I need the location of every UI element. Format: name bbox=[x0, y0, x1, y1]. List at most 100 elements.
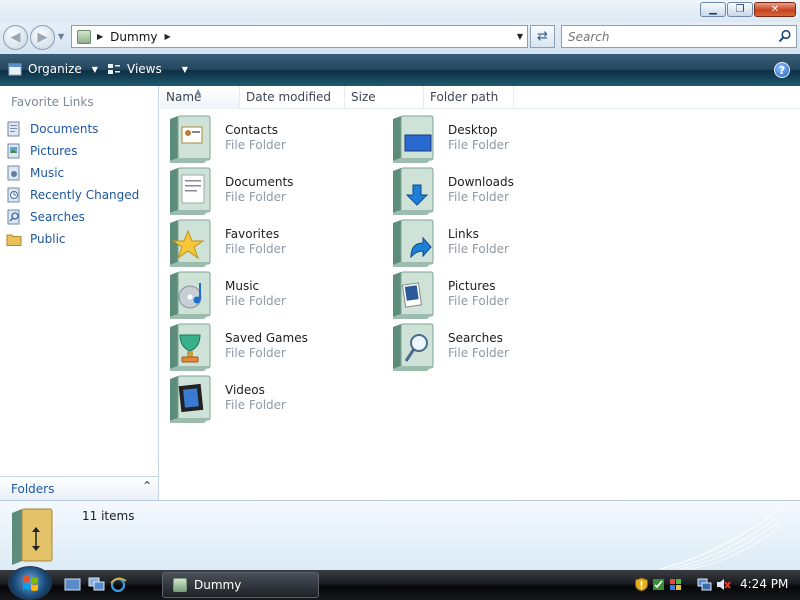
folder-type: File Folder bbox=[225, 242, 286, 256]
help-button[interactable]: ? bbox=[774, 62, 790, 78]
favorite-link-searches[interactable]: Searches bbox=[6, 206, 156, 228]
windows-defender-icon[interactable] bbox=[651, 577, 666, 592]
public-folder-icon bbox=[6, 234, 22, 246]
folder-tile-downloads[interactable]: Downloads File Folder bbox=[389, 165, 589, 217]
back-arrow-icon: ◀ bbox=[10, 30, 21, 45]
documents-folder-icon bbox=[170, 167, 211, 215]
organize-button[interactable]: Organize ▼ bbox=[8, 62, 98, 76]
search-input[interactable] bbox=[562, 26, 762, 47]
favorite-link-label: Documents bbox=[30, 122, 99, 136]
show-desktop-icon[interactable] bbox=[64, 577, 81, 592]
close-button[interactable]: ✕ bbox=[754, 2, 796, 17]
refresh-button[interactable]: ⇄ bbox=[530, 25, 555, 48]
search-icon[interactable] bbox=[778, 29, 792, 43]
music-folder-icon bbox=[170, 271, 211, 319]
folder-type: File Folder bbox=[225, 398, 286, 412]
network-icon[interactable] bbox=[697, 577, 712, 592]
item-count: 11 items bbox=[82, 509, 135, 523]
folder-tile-saved-games[interactable]: Saved Games File Folder bbox=[166, 321, 366, 373]
folder-tile-contacts[interactable]: Contacts File Folder bbox=[166, 113, 366, 165]
folder-tile-links[interactable]: Links File Folder bbox=[389, 217, 589, 269]
breadcrumb-folder[interactable]: Dummy bbox=[110, 30, 157, 44]
start-button[interactable] bbox=[8, 566, 52, 600]
favorite-link-music[interactable]: Music bbox=[6, 162, 156, 184]
forward-arrow-icon: ▶ bbox=[37, 30, 48, 45]
forward-button[interactable]: ▶ bbox=[30, 25, 55, 50]
file-list-pane: ▲ Name Date modified Size Folder path Co… bbox=[160, 86, 800, 500]
refresh-icon: ⇄ bbox=[537, 29, 548, 44]
saved-games-folder-icon bbox=[170, 323, 211, 371]
links-folder-icon bbox=[393, 219, 434, 267]
back-button[interactable]: ◀ bbox=[3, 25, 28, 50]
sort-ascending-icon: ▲ bbox=[195, 87, 202, 96]
favorites-folder-icon bbox=[170, 219, 211, 267]
folder-name: Downloads bbox=[448, 175, 514, 189]
folder-tile-favorites[interactable]: Favorites File Folder bbox=[166, 217, 366, 269]
column-header-size[interactable]: Size bbox=[345, 86, 424, 109]
folder-type: File Folder bbox=[225, 294, 286, 308]
folder-tile-searches[interactable]: Searches File Folder bbox=[389, 321, 589, 373]
recent-pages-dropdown[interactable]: ▼ bbox=[58, 32, 64, 41]
taskbar-window-title: Dummy bbox=[194, 578, 242, 592]
folder-tile-pictures[interactable]: Pictures File Folder bbox=[389, 269, 589, 321]
folder-name: Saved Games bbox=[225, 331, 308, 345]
address-dropdown-icon[interactable]: ▼ bbox=[517, 32, 523, 41]
favorite-link-documents[interactable]: Documents bbox=[6, 118, 156, 140]
favorite-link-pictures[interactable]: Pictures bbox=[6, 140, 156, 162]
organize-label: Organize bbox=[28, 62, 82, 76]
internet-explorer-icon[interactable] bbox=[110, 577, 127, 592]
decorative-swoosh bbox=[660, 509, 780, 569]
minimize-button[interactable]: ▁ bbox=[700, 2, 726, 17]
column-label: Folder path bbox=[430, 90, 499, 104]
folder-type: File Folder bbox=[225, 346, 286, 360]
folders-toggle[interactable]: Folders ⌃ bbox=[0, 476, 158, 500]
favorite-link-label: Recently Changed bbox=[30, 188, 140, 202]
folder-type: File Folder bbox=[225, 190, 286, 204]
folder-name: Documents bbox=[225, 175, 294, 189]
clock[interactable]: 4:24 PM bbox=[740, 577, 788, 591]
folder-name: Music bbox=[225, 279, 260, 293]
folder-tile-videos[interactable]: Videos File Folder bbox=[166, 373, 366, 425]
address-bar[interactable]: ▶ Dummy ▶ ▼ bbox=[71, 25, 528, 48]
recently-changed-icon bbox=[7, 187, 20, 203]
folder-type: File Folder bbox=[448, 294, 509, 308]
taskbar: Dummy 4:24 PM bbox=[0, 570, 800, 600]
breadcrumb-chevron-icon[interactable]: ▶ bbox=[97, 32, 103, 41]
folder-tile-documents[interactable]: Documents File Folder bbox=[166, 165, 366, 217]
folder-tile-music[interactable]: Music File Folder bbox=[166, 269, 366, 321]
column-header-date-modified[interactable]: Date modified bbox=[240, 86, 345, 109]
videos-folder-icon bbox=[170, 375, 211, 423]
favorite-link-public[interactable]: Public bbox=[6, 228, 156, 250]
contacts-folder-icon bbox=[170, 115, 211, 163]
chevron-up-icon: ⌃ bbox=[141, 479, 152, 493]
column-header-folder-path[interactable]: Folder path bbox=[424, 86, 514, 109]
desktop-folder-icon bbox=[393, 115, 434, 163]
favorite-link-recently-changed[interactable]: Recently Changed bbox=[6, 184, 156, 206]
folder-name: Favorites bbox=[225, 227, 280, 241]
command-bar: Organize ▼ Views ▼ ? bbox=[0, 54, 800, 86]
column-header-name[interactable]: ▲ Name bbox=[160, 86, 240, 109]
security-alert-icon[interactable] bbox=[634, 577, 649, 592]
details-pane: 11 items bbox=[0, 500, 800, 570]
taskbar-window-button[interactable]: Dummy bbox=[162, 572, 319, 598]
views-icon bbox=[108, 63, 120, 74]
folder-type: File Folder bbox=[448, 242, 509, 256]
windows-sidebar-icon[interactable] bbox=[668, 577, 683, 592]
favorite-links-list: Documents Pictures Music Recently Change… bbox=[6, 118, 156, 250]
favorite-link-label: Music bbox=[30, 166, 65, 180]
breadcrumb-chevron-icon[interactable]: ▶ bbox=[164, 32, 170, 41]
views-button[interactable]: Views ▼ bbox=[107, 62, 188, 76]
searches-folder-icon bbox=[393, 323, 434, 371]
volume-muted-icon[interactable] bbox=[716, 577, 731, 592]
folder-name: Links bbox=[448, 227, 479, 241]
search-box[interactable] bbox=[561, 25, 797, 48]
address-row: ◀ ▶ ▼ ▶ Dummy ▶ ▼ ⇄ bbox=[0, 22, 800, 54]
switch-windows-icon[interactable] bbox=[88, 577, 105, 592]
maximize-button[interactable]: ❐ bbox=[727, 2, 753, 17]
organize-caret-icon: ▼ bbox=[91, 64, 98, 74]
downloads-folder-icon bbox=[393, 167, 434, 215]
folder-tile-desktop[interactable]: Desktop File Folder bbox=[389, 113, 589, 165]
folder-name: Contacts bbox=[225, 123, 278, 137]
folder-type: File Folder bbox=[448, 138, 509, 152]
folder-name: Desktop bbox=[448, 123, 498, 137]
